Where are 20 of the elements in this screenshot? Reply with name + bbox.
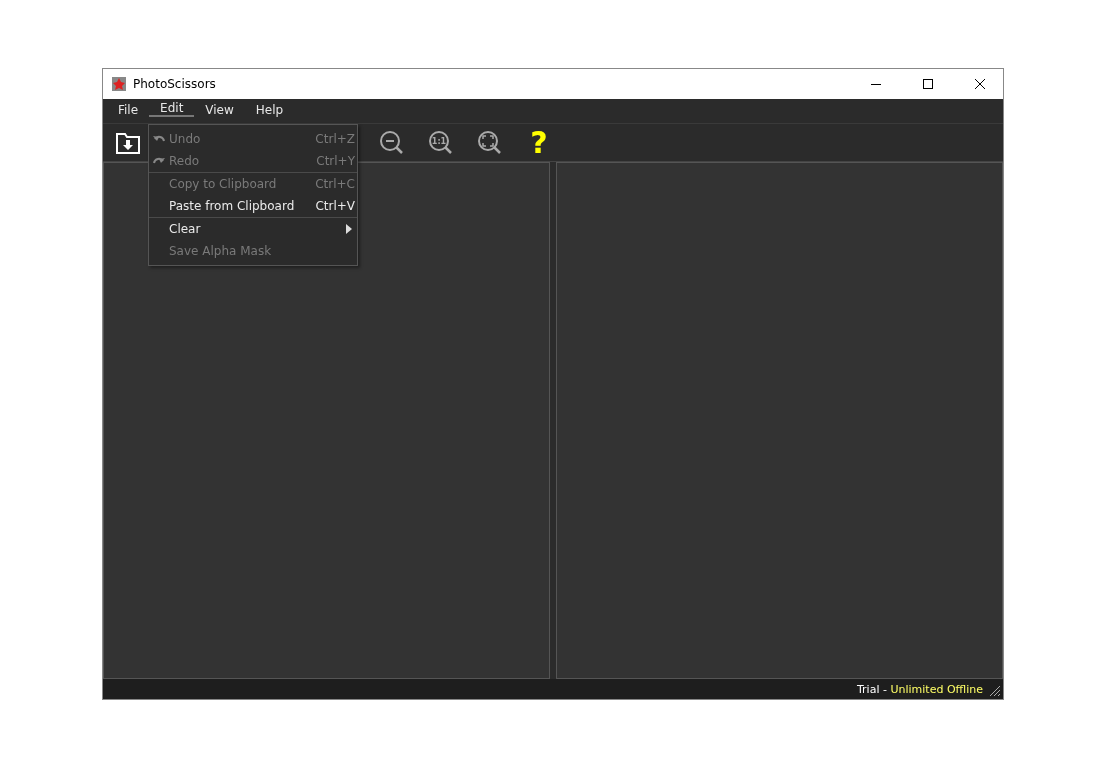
status-text: Trial - xyxy=(857,682,888,696)
menu-item[interactable]: View xyxy=(194,103,245,119)
folder-download-icon xyxy=(115,130,141,155)
maximize-icon xyxy=(923,79,933,89)
menu-item[interactable]: Help xyxy=(244,103,295,119)
menu-entry[interactable]: Paste from Clipboard Ctrl+V xyxy=(149,194,357,216)
resize-grip-icon xyxy=(989,685,1001,697)
menu-item[interactable]: Edit xyxy=(149,101,195,117)
zoom-button[interactable]: 1:1 xyxy=(426,127,456,158)
help-button[interactable]: ? xyxy=(524,127,554,158)
close-icon xyxy=(975,79,985,89)
submenu-arrow-icon xyxy=(346,223,352,234)
menu-entry[interactable]: Clear xyxy=(149,217,357,239)
menu-item[interactable]: File xyxy=(107,103,150,119)
window-title: PhotoScissors xyxy=(133,77,217,91)
zoom-fit-icon xyxy=(477,129,503,156)
license-text: Unlimited Offline xyxy=(890,682,983,696)
app-logo-icon xyxy=(111,76,127,92)
minimize-icon xyxy=(871,83,881,85)
zoom-out-icon xyxy=(379,129,405,156)
